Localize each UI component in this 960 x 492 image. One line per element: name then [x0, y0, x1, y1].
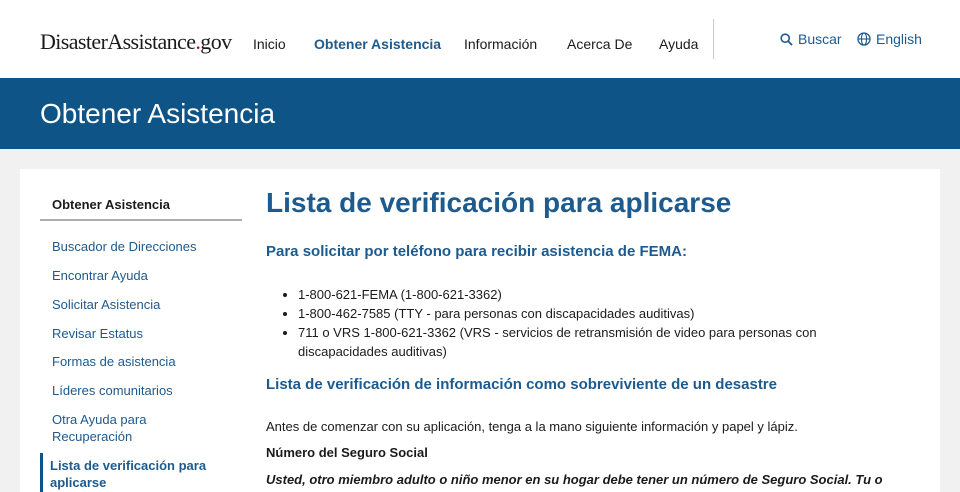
sidebar-item-otra-ayuda[interactable]: Otra Ayuda para Recuperación	[52, 411, 172, 445]
nav-informacion[interactable]: Información	[464, 36, 537, 52]
site-logo[interactable]: DisasterAssistance.gov	[40, 29, 232, 55]
banner-title: Obtener Asistencia	[40, 98, 276, 129]
page-banner: Obtener Asistencia	[0, 78, 960, 149]
nav-divider	[713, 19, 714, 59]
ssn-note: Usted, otro miembro adulto o niño menor …	[266, 472, 883, 487]
sidebar-current-indicator	[40, 453, 43, 492]
sidebar-item-lista-verificacion[interactable]: Lista de verificación para aplicarse	[50, 457, 225, 491]
logo-part-1: Disaster	[40, 29, 108, 54]
sidebar-item-buscador[interactable]: Buscador de Direcciones	[52, 238, 232, 255]
logo-part-2: Assistance	[107, 29, 196, 54]
logo-part-3: gov	[200, 29, 232, 54]
sidebar-item-encontrar-ayuda[interactable]: Encontrar Ayuda	[52, 267, 232, 284]
search-icon	[780, 32, 793, 46]
search-label: Buscar	[798, 31, 842, 47]
nav-obtener-asistencia[interactable]: Obtener Asistencia	[314, 36, 441, 52]
page-title: Lista de verificación para aplicarse	[266, 187, 732, 218]
phone-heading: Para solicitar por teléfono para recibir…	[266, 243, 687, 260]
intro-text: Antes de comenzar con su aplicación, ten…	[266, 419, 798, 434]
sidebar-item-formas[interactable]: Formas de asistencia	[52, 353, 232, 370]
phone-item: 1-800-621-FEMA (1-800-621-3362)	[298, 285, 888, 304]
site-header: DisasterAssistance.gov Inicio Obtener As…	[0, 0, 960, 78]
phone-item: 711 o VRS 1-800-621-3362 (VRS - servicio…	[298, 323, 888, 361]
sidebar-divider	[40, 219, 242, 221]
language-link[interactable]: English	[857, 31, 922, 47]
phone-item: 1-800-462-7585 (TTY - para personas con …	[298, 304, 888, 323]
sidebar-heading: Obtener Asistencia	[52, 197, 171, 212]
nav-inicio[interactable]: Inicio	[253, 36, 286, 52]
globe-icon	[857, 32, 871, 46]
sidebar-item-revisar-estatus[interactable]: Revisar Estatus	[52, 325, 232, 342]
checklist-heading: Lista de verificación de información com…	[266, 376, 777, 393]
ssn-heading: Número del Seguro Social	[266, 445, 428, 460]
phone-list: 1-800-621-FEMA (1-800-621-3362) 1-800-46…	[298, 285, 888, 361]
search-link[interactable]: Buscar	[780, 31, 842, 47]
language-label: English	[876, 31, 922, 47]
nav-ayuda[interactable]: Ayuda	[659, 36, 698, 52]
sidebar-item-lideres[interactable]: Líderes comunitarios	[52, 382, 232, 399]
sidebar-item-solicitar[interactable]: Solicitar Asistencia	[52, 296, 232, 313]
nav-acerca-de[interactable]: Acerca De	[567, 36, 632, 52]
